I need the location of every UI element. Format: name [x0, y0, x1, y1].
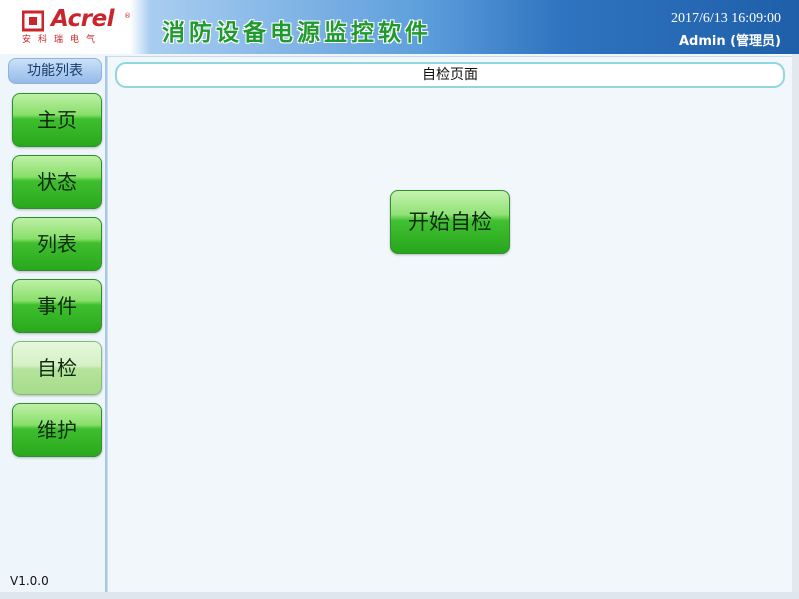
- logo-registered-mark: ®: [124, 12, 131, 20]
- window-frame-bottom: [0, 592, 799, 599]
- current-user: Admin (管理员): [678, 34, 781, 49]
- sidebar-title: 功能列表: [8, 58, 102, 84]
- logo-subtitle: 安科瑞电气: [22, 35, 103, 45]
- nav-button-events[interactable]: 事件: [12, 279, 102, 333]
- logo-brand: Acrel: [51, 6, 115, 32]
- header-bar: Acrel ® 安科瑞电气 消防设备电源监控软件 2017/6/13 16:09…: [0, 0, 799, 54]
- nav-button-home[interactable]: 主页: [12, 93, 102, 147]
- nav-button-maintenance[interactable]: 维护: [12, 403, 102, 457]
- acrel-logo: Acrel ® 安科瑞电气: [18, 6, 133, 48]
- start-self-check-button[interactable]: 开始自检: [390, 190, 510, 254]
- nav-button-list[interactable]: 列表: [12, 217, 102, 271]
- datetime-display: 2017/6/13 16:09:00: [670, 11, 781, 26]
- window-frame-right: [792, 54, 799, 599]
- app-title: 消防设备电源监控软件: [162, 20, 432, 46]
- app-window: Acrel ® 安科瑞电气 消防设备电源监控软件 2017/6/13 16:09…: [0, 0, 799, 599]
- main-panel: 自检页面 开始自检: [107, 56, 793, 594]
- page-title: 自检页面: [115, 62, 785, 88]
- nav-button-status[interactable]: 状态: [12, 155, 102, 209]
- sidebar: 功能列表 主页 状态 列表 事件 自检 维护 V1.0.0: [6, 56, 107, 592]
- nav-button-self-check[interactable]: 自检: [12, 341, 102, 395]
- acrel-logo-mark-icon: [22, 10, 44, 32]
- version-label: V1.0.0: [10, 574, 49, 588]
